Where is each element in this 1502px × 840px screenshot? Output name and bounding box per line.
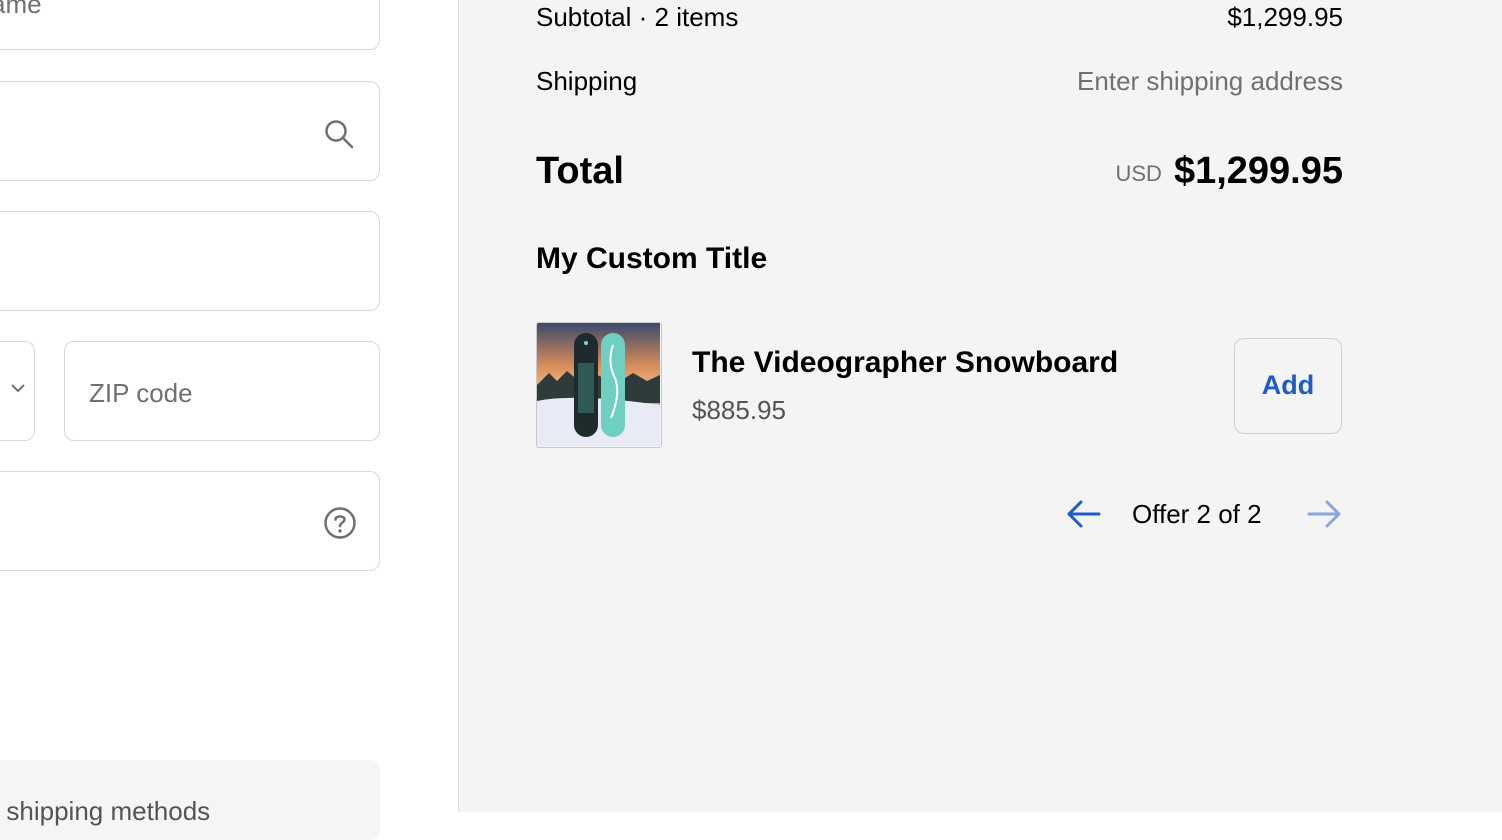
address-field[interactable]	[0, 81, 380, 181]
phone-field[interactable]	[0, 471, 380, 571]
shipping-form: ame ZIP code able shipping methods	[0, 0, 458, 840]
total-amount: USD $1,299.95	[1115, 150, 1343, 193]
product-price: $885.95	[692, 395, 786, 425]
snowboard-image	[537, 323, 660, 446]
search-icon[interactable]	[323, 118, 355, 150]
arrow-right-icon[interactable]	[1301, 494, 1343, 534]
arrow-left-icon[interactable]	[1065, 494, 1107, 534]
offer-pager-label: Offer 2 of 2	[1132, 499, 1262, 529]
zip-code-field[interactable]: ZIP code	[64, 341, 380, 441]
last-name-field[interactable]: ame	[0, 0, 380, 50]
product-name: The Videographer Snowboard	[692, 346, 1119, 379]
offer-pager: Offer 2 of 2	[1065, 494, 1343, 534]
last-name-placeholder: ame	[0, 0, 42, 19]
product-thumbnail	[536, 322, 662, 448]
order-summary: Subtotal · 2 items $1,299.95 Shipping En…	[458, 0, 1502, 812]
subtotal-label: Subtotal · 2 items	[536, 2, 739, 32]
add-button[interactable]: Add	[1234, 338, 1342, 434]
help-icon[interactable]	[323, 506, 357, 540]
shipping-value: Enter shipping address	[1077, 66, 1343, 96]
shipping-methods-box: able shipping methods	[0, 760, 380, 840]
total-value: $1,299.95	[1173, 150, 1343, 192]
chevron-down-icon	[11, 384, 25, 393]
state-select[interactable]	[0, 341, 35, 441]
apartment-field[interactable]	[0, 211, 380, 311]
zip-code-placeholder: ZIP code	[89, 378, 193, 408]
upsell-title: My Custom Title	[536, 242, 768, 275]
total-currency: USD	[1115, 161, 1162, 186]
subtotal-value: $1,299.95	[1227, 2, 1343, 32]
shipping-label: Shipping	[536, 66, 638, 96]
total-label: Total	[536, 150, 624, 192]
